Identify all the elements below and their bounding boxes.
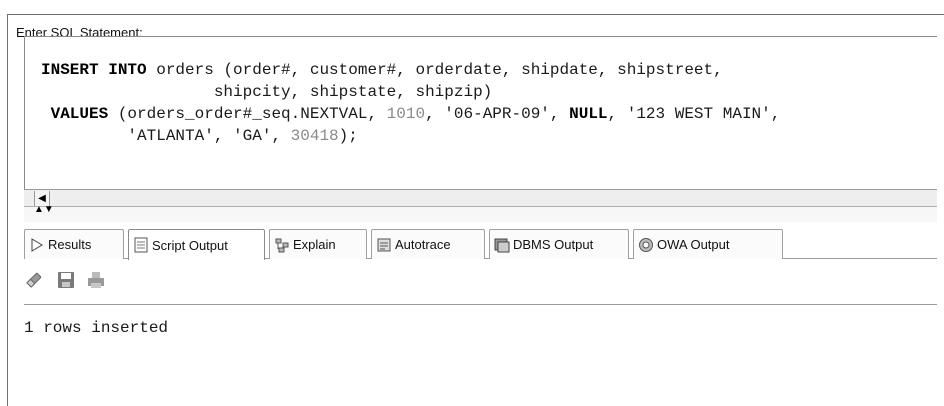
sql-keyword: VALUES [41, 105, 109, 123]
sql-token: ); [338, 127, 358, 145]
splitter-arrows-icon[interactable]: ▲▼ [34, 205, 54, 215]
horizontal-scrollbar[interactable]: ◀ [24, 189, 937, 206]
sql-line[interactable]: INSERT INTO orders (order#, customer#, o… [41, 59, 780, 81]
sql-text[interactable]: INSERT INTO orders (order#, customer#, o… [41, 59, 780, 147]
sql-token: orders (order#, customer#, orderdate, sh… [146, 61, 723, 79]
sql-line[interactable]: 'ATLANTA', 'GA', 30418); [41, 125, 780, 147]
play-icon [29, 237, 45, 253]
tab-explain[interactable]: Explain [269, 229, 367, 259]
sql-number: 30418 [290, 127, 339, 145]
output-toolbar [24, 264, 937, 294]
script-output-pane: 1 rows inserted [24, 305, 937, 406]
save-icon[interactable] [56, 270, 76, 290]
sql-number: 1010 [386, 105, 426, 123]
sql-token: , '06-APR-09', [425, 105, 570, 123]
script-icon [133, 237, 149, 253]
autotrace-icon [376, 237, 392, 253]
tab-owa-output[interactable]: OWA Output [633, 229, 783, 259]
tab-label: OWA Output [657, 237, 730, 252]
output-tabbar: Results Script Output Explain Autotrace … [24, 229, 937, 260]
explain-icon [274, 237, 290, 253]
sql-token: (orders_order#_seq.NEXTVAL, [108, 105, 387, 123]
output-message: 1 rows inserted [24, 319, 169, 337]
tab-label: Autotrace [395, 237, 451, 252]
sql-token: shipcity, shipstate, shipzip) [41, 83, 493, 101]
sql-line[interactable]: shipcity, shipstate, shipzip) [41, 81, 780, 103]
sql-keyword: INSERT INTO [41, 61, 147, 79]
pane-splitter[interactable] [24, 206, 937, 222]
tab-autotrace[interactable]: Autotrace [371, 229, 485, 259]
print-icon[interactable] [86, 270, 106, 290]
eraser-icon[interactable] [24, 270, 44, 290]
tab-label: Script Output [152, 237, 228, 253]
sql-token: 'ATLANTA', 'GA', [41, 127, 291, 145]
owa-icon [638, 237, 654, 253]
tab-dbms-output[interactable]: DBMS Output [489, 229, 629, 259]
sql-keyword: NULL [569, 105, 608, 123]
tab-label: Results [48, 237, 92, 252]
tab-script-output[interactable]: Script Output [128, 229, 265, 260]
tab-label: Explain [293, 237, 336, 252]
sql-editor[interactable]: INSERT INTO orders (order#, customer#, o… [24, 36, 937, 206]
tab-label: DBMS Output [513, 237, 594, 252]
sql-token: , '123 WEST MAIN', [607, 105, 781, 123]
dbms-icon [494, 237, 510, 253]
sql-line[interactable]: VALUES (orders_order#_seq.NEXTVAL, 1010,… [41, 103, 781, 125]
tab-results[interactable]: Results [24, 229, 124, 259]
